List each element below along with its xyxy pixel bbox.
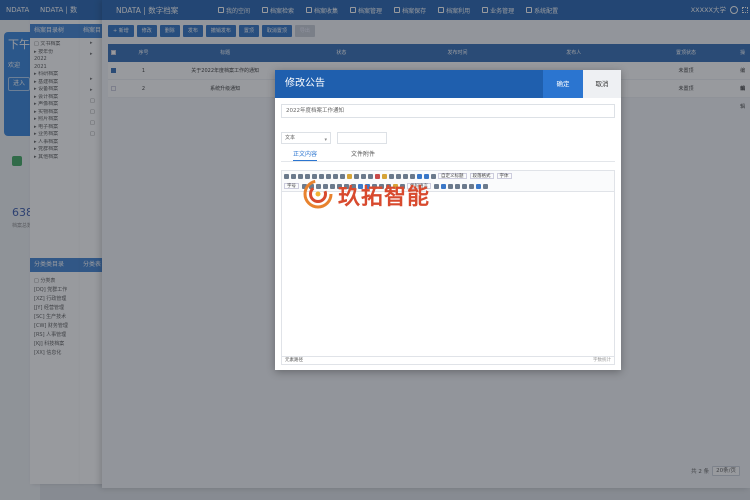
element-path: 元素路径 bbox=[285, 358, 303, 363]
title-input[interactable]: 2022年度档案工作通知 bbox=[281, 104, 615, 118]
tab-attachments[interactable]: 文件附件 bbox=[351, 150, 375, 160]
chevron-down-icon: ▾ bbox=[324, 137, 327, 143]
cancel-button[interactable]: 取消 bbox=[583, 70, 621, 98]
fullscreen-icon[interactable] bbox=[483, 183, 488, 189]
word-count: 字数统计 bbox=[593, 358, 611, 363]
dialog-title: 修改公告 bbox=[285, 78, 325, 89]
tab-content[interactable]: 正文内容 bbox=[293, 150, 318, 161]
edit-announcement-dialog: 修改公告 确定 取消 2022年度档案工作通知 文本 ▾ 正文内容 文件附件 自… bbox=[275, 70, 621, 370]
editor-status-bar: 元素路径 字数统计 bbox=[281, 356, 615, 365]
brand-swirl-icon bbox=[303, 179, 333, 209]
secondary-field[interactable] bbox=[337, 132, 387, 144]
undo-icon[interactable] bbox=[291, 173, 296, 179]
time-icon[interactable] bbox=[469, 183, 474, 189]
brand-watermark-text: 玖拓智能 bbox=[338, 185, 431, 210]
search-replace-icon[interactable] bbox=[476, 183, 481, 189]
font-family-dropdown[interactable]: 字体 bbox=[496, 173, 512, 179]
brand-watermark: 玖拓智能 bbox=[302, 176, 462, 212]
date-icon[interactable] bbox=[462, 183, 467, 189]
dialog-tabs: 正文内容 文件附件 bbox=[281, 150, 615, 162]
paragraph-dropdown[interactable]: 段落格式 bbox=[469, 173, 494, 179]
editor-content-area[interactable] bbox=[281, 192, 615, 356]
type-select[interactable]: 文本 ▾ bbox=[281, 132, 331, 144]
font-size-dropdown[interactable]: 字号 bbox=[284, 183, 299, 189]
confirm-button[interactable]: 确定 bbox=[543, 70, 583, 98]
type-select-value: 文本 bbox=[285, 135, 296, 141]
source-icon[interactable] bbox=[284, 173, 289, 179]
